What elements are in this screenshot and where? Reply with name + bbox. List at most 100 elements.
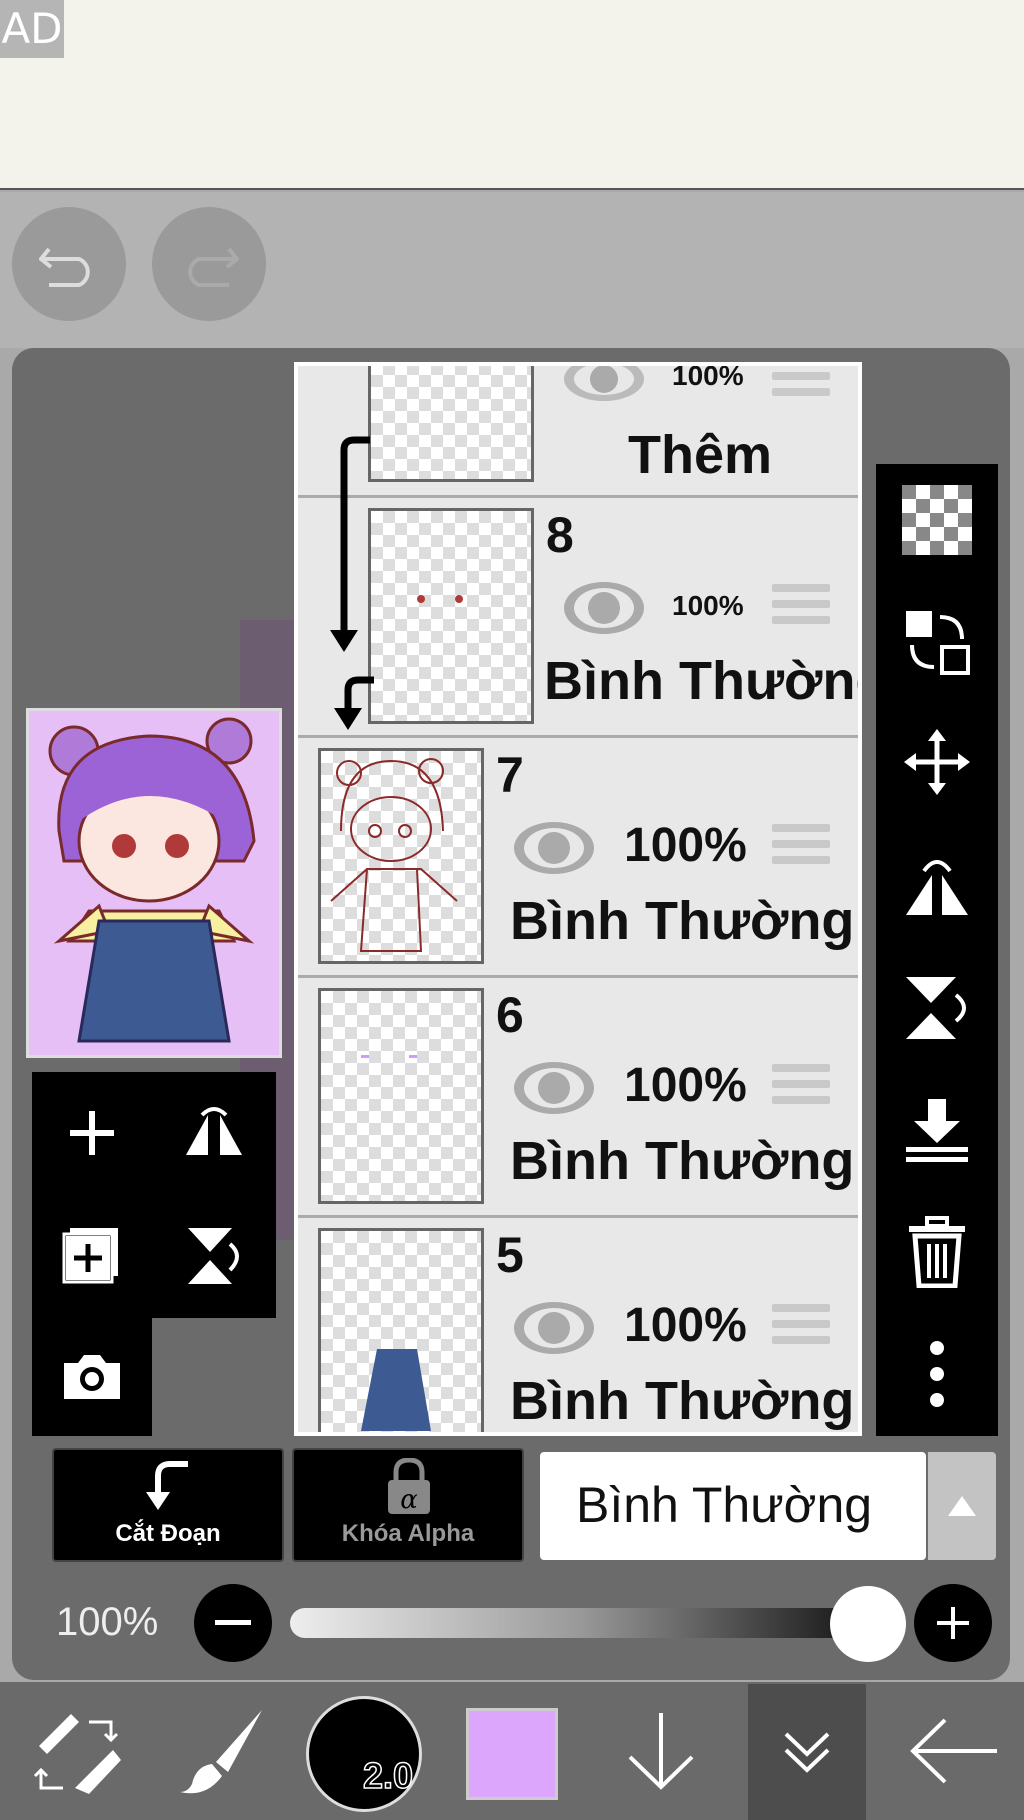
layer-opacity: 100% bbox=[624, 1299, 747, 1352]
drag-handle-icon[interactable] bbox=[772, 1064, 830, 1112]
opacity-label: 100% bbox=[56, 1600, 159, 1644]
swap-layers-button[interactable] bbox=[876, 592, 998, 692]
blend-mode-select[interactable]: Bình Thường bbox=[540, 1452, 926, 1560]
swap-layers-icon bbox=[906, 611, 970, 675]
undo-icon bbox=[39, 247, 90, 287]
layer-opacity: 100% bbox=[672, 362, 744, 391]
opacity-decrease-button[interactable] bbox=[194, 1584, 272, 1662]
layer-blend-mode: Bình Thường bbox=[544, 651, 862, 711]
ad-label: AD bbox=[0, 0, 64, 58]
plus-icon bbox=[937, 1607, 969, 1639]
svg-text:α: α bbox=[400, 1485, 418, 1515]
layer-number: 5 bbox=[496, 1227, 524, 1283]
undo-button[interactable] bbox=[12, 207, 126, 321]
redo-button[interactable] bbox=[152, 207, 266, 321]
eye-icon[interactable] bbox=[562, 362, 646, 404]
flip-vertical-layer-icon bbox=[188, 1228, 239, 1284]
blend-mode-dropdown[interactable] bbox=[928, 1452, 996, 1560]
alpha-lock-label: Khóa Alpha bbox=[341, 1520, 475, 1547]
alpha-lock-button[interactable]: α Khóa Alpha bbox=[292, 1448, 524, 1562]
camera-button[interactable] bbox=[32, 1318, 152, 1436]
drag-handle-icon[interactable] bbox=[772, 1304, 830, 1352]
merge-down-icon bbox=[906, 1099, 968, 1162]
layer-thumbnail bbox=[318, 988, 484, 1204]
layer-thumbnail bbox=[368, 508, 534, 724]
eye-icon[interactable] bbox=[512, 1058, 596, 1118]
tool-switch-icon bbox=[33, 1714, 121, 1794]
duplicate-layer-button[interactable] bbox=[32, 1194, 152, 1318]
layer-thumbnail bbox=[368, 366, 534, 482]
layer-number: 6 bbox=[496, 987, 524, 1043]
eye-icon[interactable] bbox=[562, 578, 646, 638]
merge-down-button[interactable] bbox=[876, 1080, 998, 1180]
layer-opacity: 100% bbox=[624, 819, 747, 872]
more-options-button[interactable] bbox=[876, 1324, 998, 1424]
eye-icon[interactable] bbox=[512, 1298, 596, 1358]
brush-size-value: 2.0 bbox=[362, 1754, 414, 1797]
checker-icon bbox=[902, 485, 972, 555]
layer-blend-mode: Thêm bbox=[628, 425, 773, 485]
layer-number: 8 bbox=[546, 507, 574, 563]
delete-layer-button[interactable] bbox=[876, 1202, 998, 1302]
minus-icon bbox=[215, 1620, 251, 1625]
brush-icon bbox=[180, 1710, 262, 1794]
add-layer-icon bbox=[70, 1111, 114, 1155]
color-swatch-button[interactable] bbox=[466, 1708, 558, 1800]
layer-blend-mode: Bình Thường bbox=[510, 891, 855, 951]
flip-layer-icon bbox=[186, 1107, 242, 1155]
layer-row[interactable]: 7 100% Bình Thường bbox=[298, 738, 858, 978]
layer-number: 7 bbox=[496, 747, 524, 803]
transparent-fill-button[interactable] bbox=[876, 470, 998, 570]
layer-row[interactable]: 8 100% Bình Thường bbox=[298, 490, 858, 738]
back-arrow-icon bbox=[910, 1718, 997, 1784]
triangle-up-icon bbox=[948, 1496, 976, 1516]
collapse-panel-button[interactable] bbox=[748, 1682, 866, 1820]
arrow-down-icon bbox=[628, 1713, 694, 1790]
flip-horizontal-button[interactable] bbox=[876, 836, 998, 936]
back-button[interactable] bbox=[894, 1682, 1014, 1820]
layer-blend-mode: Bình Thường bbox=[510, 1371, 855, 1431]
eye-icon[interactable] bbox=[512, 818, 596, 878]
add-layer-button[interactable] bbox=[32, 1072, 152, 1194]
layer-row[interactable]: 100% Thêm bbox=[298, 366, 858, 502]
more-icon bbox=[930, 1341, 944, 1407]
drag-handle-icon[interactable] bbox=[772, 824, 830, 872]
clipping-label: Cắt Đoạn bbox=[115, 1520, 221, 1547]
flip-vertical-layer-button[interactable] bbox=[152, 1194, 276, 1318]
layer-row[interactable]: 6 100% Bình Thường bbox=[298, 978, 858, 1218]
layer-preview-image bbox=[26, 708, 282, 1058]
trash-icon bbox=[909, 1216, 965, 1288]
layer-thumbnail bbox=[318, 748, 484, 964]
flip-horizontal-icon bbox=[906, 860, 968, 915]
camera-icon bbox=[64, 1355, 120, 1399]
opacity-slider[interactable] bbox=[290, 1608, 870, 1638]
flip-vertical-icon bbox=[906, 977, 966, 1039]
opacity-increase-button[interactable] bbox=[914, 1584, 992, 1662]
clipping-arrow-icon bbox=[330, 490, 374, 730]
brush-tool-button[interactable] bbox=[166, 1682, 276, 1820]
blend-mode-value: Bình Thường bbox=[576, 1477, 873, 1533]
layer-opacity: 100% bbox=[624, 1059, 747, 1112]
ad-banner[interactable]: AD bbox=[0, 0, 1024, 190]
layer-blend-mode: Bình Thường bbox=[510, 1131, 855, 1191]
move-icon bbox=[904, 729, 970, 795]
redo-icon bbox=[188, 247, 239, 287]
drag-handle-icon[interactable] bbox=[772, 372, 830, 404]
duplicate-layer-icon bbox=[62, 1228, 118, 1284]
opacity-slider-knob[interactable] bbox=[830, 1586, 906, 1662]
layer-tools-column bbox=[876, 464, 998, 1436]
clipping-button[interactable]: Cắt Đoạn bbox=[52, 1448, 284, 1562]
drag-handle-icon[interactable] bbox=[772, 584, 830, 632]
brush-size-button[interactable]: 2.0 bbox=[306, 1696, 422, 1812]
layer-opacity: 100% bbox=[672, 590, 744, 621]
flip-layer-button[interactable] bbox=[152, 1072, 276, 1194]
move-layer-button[interactable] bbox=[876, 712, 998, 812]
lock-icon: α bbox=[388, 1458, 430, 1515]
clipping-icon bbox=[146, 1461, 188, 1510]
layers-panel[interactable]: 100% Thêm 8 100% Bình Thường 7 100% Bình… bbox=[294, 362, 862, 1436]
tool-switch-button[interactable] bbox=[16, 1682, 136, 1820]
chevron-double-down-icon bbox=[784, 1732, 830, 1773]
layer-row[interactable]: 5 100% Bình Thường bbox=[298, 1218, 858, 1432]
layer-down-button[interactable] bbox=[606, 1682, 716, 1820]
flip-vertical-button[interactable] bbox=[876, 958, 998, 1058]
